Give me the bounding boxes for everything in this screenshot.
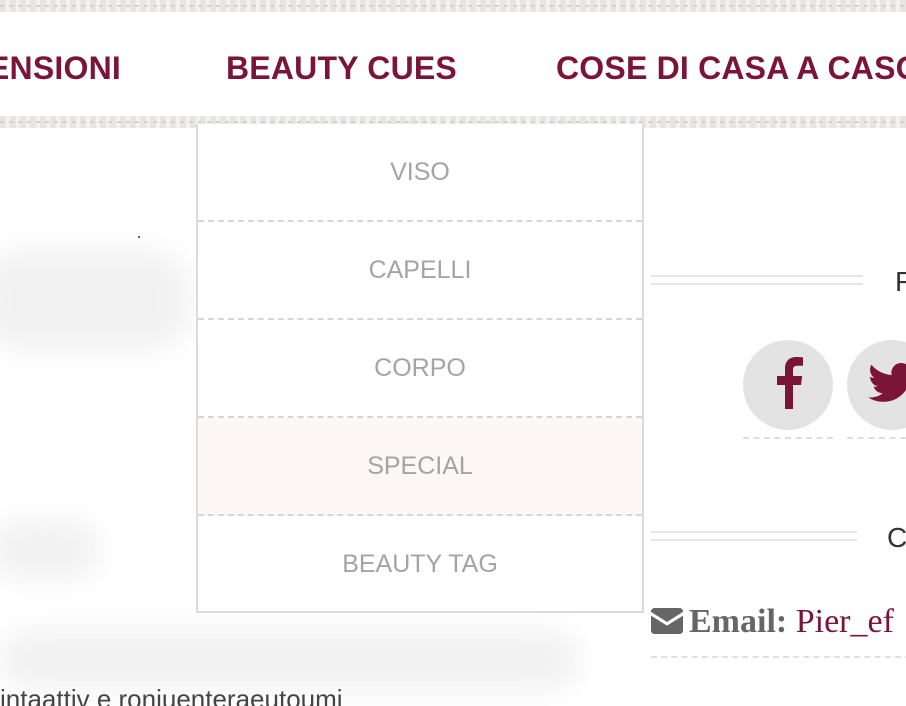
email-label: Email: [689, 603, 788, 640]
widget-title-divider [651, 275, 863, 285]
envelope-icon [651, 605, 683, 643]
nav-item-recensioni[interactable]: ENSIONI [0, 50, 121, 87]
social-divider [743, 437, 833, 439]
article-text: intaattiv e roniuenteraeutoumi [0, 684, 343, 706]
facebook-icon [770, 357, 806, 413]
widget-title: C [887, 522, 906, 553]
decorative-dot [138, 236, 140, 238]
social-divider [847, 437, 906, 439]
blurred-content [0, 250, 190, 350]
page: intaattiv e roniuenteraeutoumi ENSIONI B… [0, 0, 906, 706]
nav-stitch-border [0, 0, 906, 12]
main-nav: ENSIONI BEAUTY CUES COSE DI CASA A CASO [0, 0, 906, 128]
dropdown-item-capelli[interactable]: CAPELLI [198, 222, 642, 320]
dropdown-item-beauty-tag[interactable]: BEAUTY TAG [198, 516, 642, 612]
blurred-content [0, 520, 100, 580]
dropdown-item-special[interactable]: SPECIAL [198, 418, 642, 516]
email-divider [651, 656, 906, 658]
facebook-button[interactable] [743, 340, 833, 430]
nav-item-beauty-cues[interactable]: BEAUTY CUES [226, 50, 457, 87]
dropdown-item-viso[interactable]: VISO [198, 124, 642, 222]
beauty-cues-dropdown: VISO CAPELLI CORPO SPECIAL BEAUTY TAG [196, 124, 644, 613]
email-link[interactable]: Pier_ef [796, 603, 894, 640]
twitter-icon [868, 363, 906, 407]
widget-title: F [895, 266, 906, 297]
email-contact: Email: Pier_ef [651, 603, 894, 643]
twitter-button[interactable] [847, 340, 906, 430]
widget-title-divider [651, 531, 857, 541]
blurred-content [0, 630, 580, 690]
sidebar: F C Email: Pier_ef [645, 128, 906, 706]
dropdown-item-corpo[interactable]: CORPO [198, 320, 642, 418]
nav-item-cose-di-casa[interactable]: COSE DI CASA A CASO [556, 50, 906, 87]
